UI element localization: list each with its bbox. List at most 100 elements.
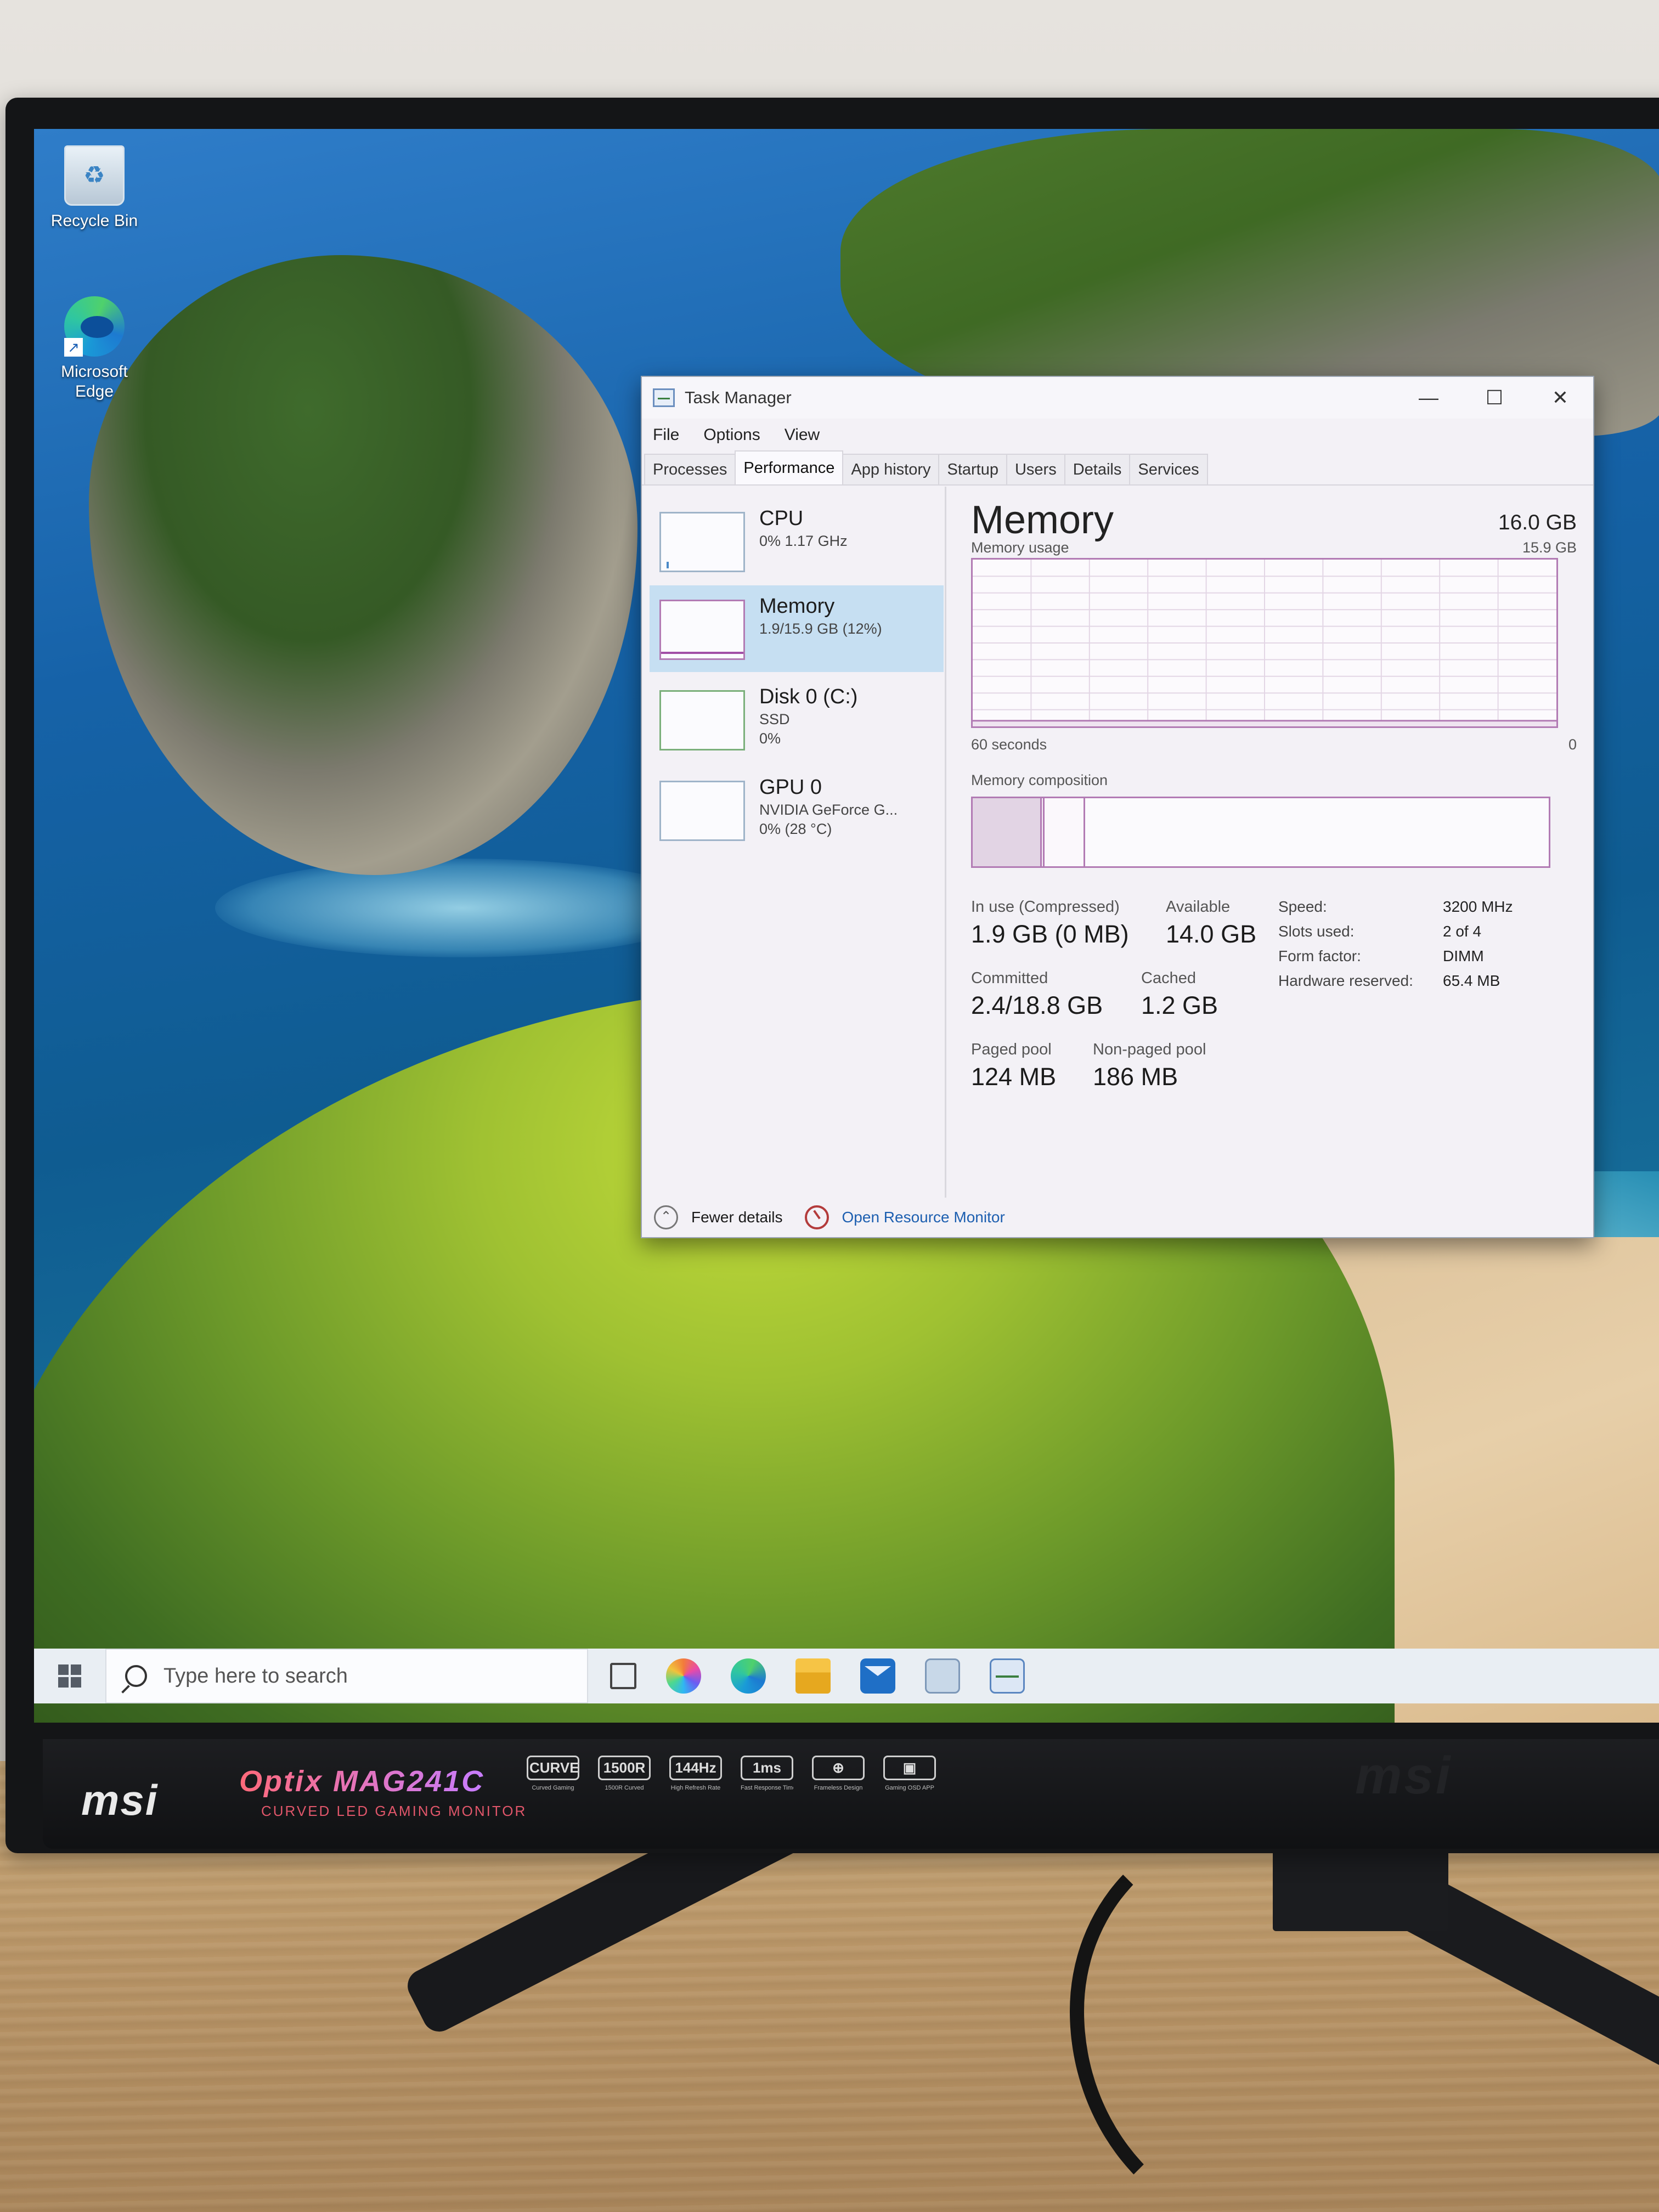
open-resource-monitor-link[interactable]: Open Resource Monitor: [842, 1209, 1005, 1226]
paged-pool-label: Paged pool: [971, 1041, 1052, 1058]
resource-name: Disk 0 (C:): [759, 685, 858, 708]
spec-label-hardware-reserved: Hardware reserved:: [1278, 972, 1413, 989]
resource-item-cpu[interactable]: CPU 0% 1.17 GHz: [650, 498, 944, 584]
chevron-up-icon[interactable]: ⌃: [654, 1205, 678, 1229]
resource-list: CPU 0% 1.17 GHz Memory 1.9/15.9 GB (12%)…: [642, 487, 946, 1198]
paged-pool-value: 124 MB: [971, 1063, 1057, 1091]
desktop-icon-recycle-bin[interactable]: Recycle Bin: [45, 145, 144, 231]
cached-label: Cached: [1141, 969, 1196, 987]
tab-startup[interactable]: Startup: [938, 454, 1007, 484]
desktop-icon-label: Recycle Bin: [50, 212, 138, 230]
taskbar: Type here to search: [34, 1649, 1659, 1703]
memory-usage-graph-svg: [973, 560, 1556, 726]
resource-name: CPU: [759, 507, 804, 530]
wallpaper-foam: [215, 859, 709, 957]
window-title: Task Manager: [685, 388, 792, 407]
tab-bar: Processes Performance App history Startu…: [642, 450, 1593, 486]
in-use-value: 1.9 GB (0 MB): [971, 920, 1129, 948]
resource-detail: 0% 1.17 GHz: [759, 532, 848, 549]
memory-usage-label: Memory usage: [971, 539, 1069, 556]
feature-badge: 1ms Fast Response Time: [741, 1756, 793, 1791]
resource-item-disk[interactable]: Disk 0 (C:) SSD 0%: [650, 676, 944, 763]
desktop-icon-edge[interactable]: ↗ Microsoft Edge: [45, 296, 144, 402]
tab-processes[interactable]: Processes: [644, 454, 736, 484]
cached-value: 1.2 GB: [1141, 991, 1218, 1019]
memory-composition-bar: [971, 797, 1550, 868]
spec-label-slots: Slots used:: [1278, 923, 1355, 940]
task-manager-window: Task Manager — ☐ ✕ File Options View Pro…: [641, 376, 1594, 1238]
copilot-icon[interactable]: [666, 1658, 701, 1694]
spec-value-speed: 3200 MHz: [1443, 898, 1513, 915]
menu-file[interactable]: File: [653, 426, 679, 444]
resource-detail: SSD: [759, 710, 790, 727]
tab-details[interactable]: Details: [1064, 454, 1131, 484]
menu-options[interactable]: Options: [703, 426, 760, 444]
performance-panel: CPU 0% 1.17 GHz Memory 1.9/15.9 GB (12%)…: [642, 487, 1593, 1198]
resource-detail: 0%: [759, 730, 781, 747]
feature-badge: 144Hz High Refresh Rate: [669, 1756, 722, 1791]
recycle-bin-icon: [64, 145, 125, 206]
mail-icon[interactable]: [860, 1658, 895, 1694]
graph-time-right: 0: [1568, 736, 1577, 753]
spec-label-form-factor: Form factor:: [1278, 947, 1361, 964]
committed-value: 2.4/18.8 GB: [971, 991, 1103, 1019]
in-use-label: In use (Compressed): [971, 898, 1120, 916]
memory-thumbnail-graph: [659, 600, 745, 660]
tab-performance[interactable]: Performance: [735, 450, 844, 484]
menu-view[interactable]: View: [785, 426, 820, 444]
title-bar[interactable]: Task Manager — ☐ ✕: [642, 377, 1593, 419]
msi-logo-right: msi: [1355, 1746, 1453, 1805]
taskbar-pinned-apps: [610, 1658, 1025, 1694]
composition-in-use: [973, 798, 1042, 866]
resource-item-memory[interactable]: Memory 1.9/15.9 GB (12%): [650, 585, 944, 672]
non-paged-pool-label: Non-paged pool: [1093, 1041, 1206, 1058]
resource-monitor-icon[interactable]: [804, 1205, 829, 1229]
spec-label-speed: Speed:: [1278, 898, 1327, 915]
tab-services[interactable]: Services: [1129, 454, 1208, 484]
memory-total: 16.0 GB: [1498, 511, 1577, 534]
desktop-icon-label: Microsoft Edge: [61, 363, 128, 400]
feature-badge: 1500R 1500R Curved: [598, 1756, 651, 1791]
available-label: Available: [1166, 898, 1231, 916]
photos-icon[interactable]: [925, 1658, 960, 1694]
spec-value-hardware-reserved: 65.4 MB: [1443, 972, 1500, 989]
resource-item-gpu[interactable]: GPU 0 NVIDIA GeForce G... 0% (28 °C): [650, 766, 944, 853]
tab-users[interactable]: Users: [1006, 454, 1065, 484]
start-button[interactable]: [34, 1649, 105, 1703]
feature-badge: CURVEDCurved Gaming: [527, 1756, 579, 1791]
resource-detail: NVIDIA GeForce G...: [759, 801, 898, 818]
memory-details: Memory 16.0 GB Memory usage 15.9 GB 60 s…: [971, 487, 1577, 1198]
desktop-screen: Recycle Bin ↗ Microsoft Edge Task Manage…: [34, 129, 1659, 1723]
disk-thumbnail-graph: [659, 690, 745, 751]
maximize-button[interactable]: ☐: [1462, 377, 1527, 419]
memory-usage-fill: [973, 720, 1556, 726]
committed-label: Committed: [971, 969, 1048, 987]
feature-badge: ⊕ Frameless Design: [812, 1756, 865, 1791]
shortcut-arrow-icon: ↗: [64, 338, 83, 357]
fewer-details-link[interactable]: Fewer details: [691, 1209, 783, 1226]
taskbar-search-box[interactable]: Type here to search: [105, 1649, 588, 1703]
composition-standby: [1045, 798, 1085, 866]
available-value: 14.0 GB: [1166, 920, 1257, 948]
search-placeholder: Type here to search: [163, 1664, 348, 1688]
search-icon: [125, 1665, 147, 1687]
spec-value-slots: 2 of 4: [1443, 923, 1482, 940]
task-manager-icon: [653, 388, 675, 407]
tab-app-history[interactable]: App history: [842, 454, 940, 484]
feature-badges: CURVEDCurved Gaming 1500R1500R Curved 14…: [527, 1756, 936, 1791]
msi-logo: msi: [81, 1776, 159, 1824]
feature-badge: ▣ Gaming OSD APP: [883, 1756, 936, 1791]
window-footer: ⌃ Fewer details Open Resource Monitor: [642, 1198, 1593, 1237]
memory-usage-max: 15.9 GB: [1522, 539, 1577, 556]
edge-icon[interactable]: [731, 1658, 766, 1694]
task-manager-icon[interactable]: [990, 1658, 1025, 1694]
file-explorer-icon[interactable]: [795, 1658, 831, 1694]
memory-heading: Memory: [971, 498, 1114, 542]
graph-time-left: 60 seconds: [971, 736, 1047, 753]
model-subtitle: CURVED LED GAMING MONITOR: [261, 1803, 527, 1819]
resource-detail: 0% (28 °C): [759, 820, 832, 837]
window-controls: — ☐ ✕: [1396, 377, 1593, 419]
minimize-button[interactable]: —: [1396, 377, 1462, 419]
task-view-icon[interactable]: [610, 1663, 636, 1689]
close-button[interactable]: ✕: [1527, 377, 1593, 419]
